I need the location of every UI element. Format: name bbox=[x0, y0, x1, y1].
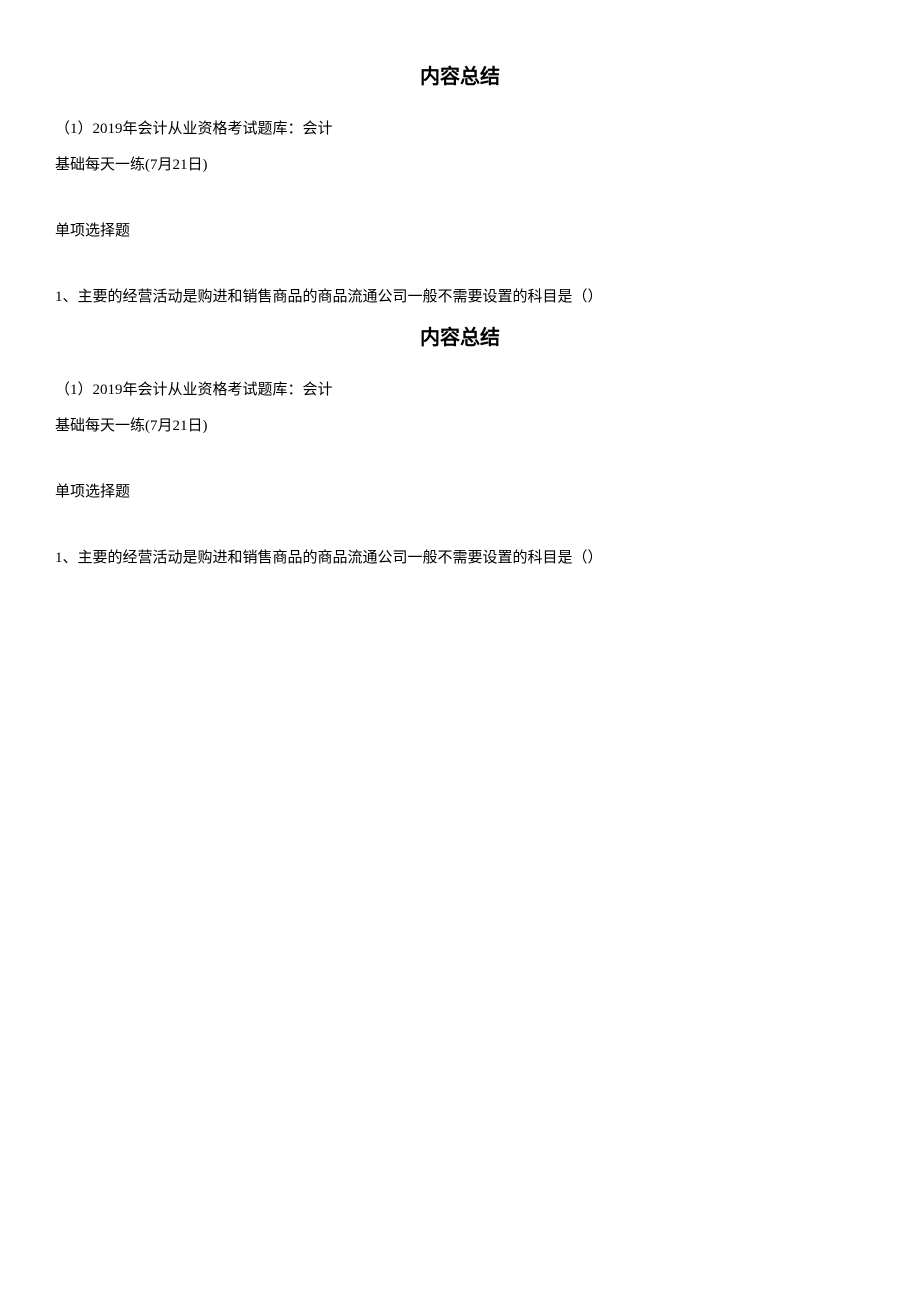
spacer bbox=[55, 189, 865, 219]
section-title: 内容总结 bbox=[55, 321, 865, 350]
question-text: 1、主要的经营活动是购进和销售商品的商品流通公司一般不需要设置的科目是（） bbox=[55, 285, 865, 309]
spacer bbox=[55, 450, 865, 480]
source-line: （1）2019年会计从业资格考试题库：会计 bbox=[55, 117, 865, 141]
source-line: （1）2019年会计从业资格考试题库：会计 bbox=[55, 378, 865, 402]
section-2: 内容总结 （1）2019年会计从业资格考试题库：会计 基础每天一练(7月21日)… bbox=[55, 321, 865, 570]
document-page: 内容总结 （1）2019年会计从业资格考试题库：会计 基础每天一练(7月21日)… bbox=[0, 0, 920, 570]
question-type: 单项选择题 bbox=[55, 219, 865, 243]
subtitle-line: 基础每天一练(7月21日) bbox=[55, 153, 865, 177]
subtitle-line: 基础每天一练(7月21日) bbox=[55, 414, 865, 438]
spacer bbox=[55, 516, 865, 546]
question-text: 1、主要的经营活动是购进和销售商品的商品流通公司一般不需要设置的科目是（） bbox=[55, 546, 865, 570]
question-type: 单项选择题 bbox=[55, 480, 865, 504]
section-1: 内容总结 （1）2019年会计从业资格考试题库：会计 基础每天一练(7月21日)… bbox=[55, 60, 865, 309]
spacer bbox=[55, 255, 865, 285]
section-title: 内容总结 bbox=[55, 60, 865, 89]
